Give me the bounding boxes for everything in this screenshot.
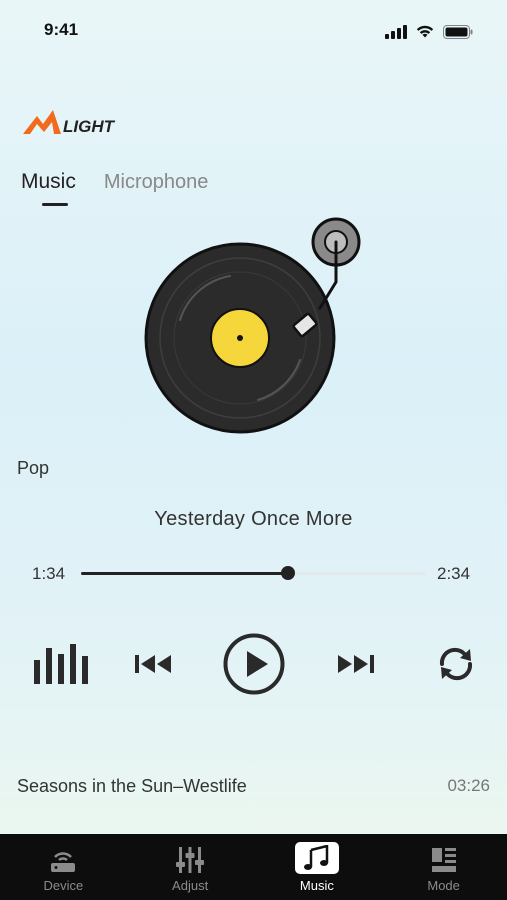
equalizer-icon: [34, 644, 88, 684]
song-title: Yesterday Once More: [154, 508, 353, 530]
genre-label: Pop: [17, 458, 50, 478]
repeat-icon: [439, 647, 473, 681]
next-button[interactable]: [333, 634, 377, 694]
nav-adjust-label: Adjust: [172, 878, 209, 893]
equalizer-button[interactable]: [32, 634, 90, 694]
logo-text: LIGHT: [63, 117, 116, 136]
vinyl-record-icon: [140, 210, 370, 445]
progress-thumb[interactable]: [281, 566, 295, 580]
tab-music[interactable]: Music: [21, 170, 76, 194]
tab-microphone[interactable]: Microphone: [104, 171, 209, 194]
play-icon: [223, 633, 285, 695]
music-badge: [294, 842, 339, 874]
playlist-item-title[interactable]: Seasons in the Sun–Westlife: [17, 776, 247, 797]
tab-underline: [42, 203, 68, 206]
next-icon: [338, 655, 374, 673]
repeat-button[interactable]: [434, 634, 478, 694]
current-time: 1:34: [32, 564, 66, 583]
brand-logo: LIGHT: [23, 108, 143, 141]
music-note-icon: [303, 845, 329, 870]
total-time: 2:34: [437, 564, 471, 583]
nav-adjust[interactable]: Adjust: [127, 834, 254, 900]
progress-fill: [81, 572, 288, 575]
status-icons: [385, 24, 473, 39]
bottom-nav: Device Adjust Music Mode: [0, 834, 507, 900]
previous-icon: [135, 655, 171, 673]
signal-icon: [385, 24, 407, 39]
nav-device[interactable]: Device: [0, 834, 127, 900]
router-icon: [51, 852, 76, 872]
playlist-item-duration: 03:26: [447, 776, 490, 795]
progress-slider[interactable]: [81, 566, 426, 580]
play-button[interactable]: [222, 632, 286, 696]
mode-icon: [431, 848, 456, 872]
nav-music[interactable]: Music: [254, 834, 381, 900]
tab-bar: Music Microphone: [21, 170, 208, 194]
wifi-icon: [416, 25, 434, 38]
nav-device-label: Device: [43, 878, 84, 893]
status-time: 9:41: [44, 20, 79, 39]
battery-icon: [443, 24, 473, 39]
nav-mode-label: Mode: [427, 878, 460, 893]
nav-mode[interactable]: Mode: [380, 834, 507, 900]
sliders-icon: [176, 847, 205, 873]
nav-music-label: Music: [299, 878, 334, 893]
previous-button[interactable]: [132, 634, 176, 694]
